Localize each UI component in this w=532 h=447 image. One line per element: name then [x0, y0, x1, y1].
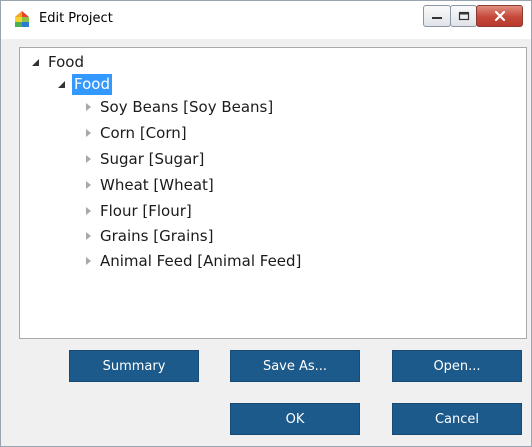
button-bar: Summary Save As... Open... OK Cancel [1, 340, 531, 446]
project-tree[interactable]: Food Food Soy Beans [Soy Beans] Corn [Co… [19, 47, 527, 339]
cancel-button[interactable]: Cancel [392, 403, 522, 435]
open-button[interactable]: Open... [392, 350, 522, 382]
expanded-arrow-icon[interactable] [58, 81, 65, 88]
tree-node-label: Flour [Flour] [100, 202, 192, 220]
collapsed-arrow-icon[interactable] [86, 257, 91, 265]
window-title: Edit Project [39, 11, 113, 26]
collapsed-arrow-icon[interactable] [86, 103, 91, 111]
tree-node-label: Grains [Grains] [100, 227, 214, 245]
title-bar[interactable]: Edit Project [1, 1, 531, 39]
tree-node-label: Corn [Corn] [100, 124, 187, 142]
collapsed-arrow-icon[interactable] [86, 232, 91, 240]
collapsed-arrow-icon[interactable] [86, 129, 91, 137]
maximize-button[interactable] [450, 5, 477, 27]
minimize-button[interactable] [423, 5, 451, 27]
summary-button[interactable]: Summary [69, 350, 199, 382]
save-as-button[interactable]: Save As... [230, 350, 360, 382]
close-icon [494, 10, 505, 22]
minimize-icon [432, 17, 442, 19]
maximize-icon [458, 11, 469, 21]
ok-button[interactable]: OK [230, 403, 360, 435]
collapsed-arrow-icon[interactable] [86, 207, 91, 215]
tree-node-label: Animal Feed [Animal Feed] [100, 252, 302, 270]
app-logo-icon [15, 11, 29, 27]
tree-node-label: Wheat [Wheat] [100, 176, 214, 194]
collapsed-arrow-icon[interactable] [86, 155, 91, 163]
tree-node-label: Food [48, 53, 84, 71]
tree-node-label-selected: Food [72, 74, 112, 95]
collapsed-arrow-icon[interactable] [86, 181, 91, 189]
expanded-arrow-icon[interactable] [32, 59, 39, 66]
tree-node-label: Soy Beans [Soy Beans] [100, 98, 274, 116]
tree-node-label: Sugar [Sugar] [100, 150, 205, 168]
window-controls [423, 5, 523, 27]
edit-project-window: Edit Project Food Food Soy Beans [Soy Be… [0, 0, 532, 447]
close-button[interactable] [476, 5, 523, 27]
